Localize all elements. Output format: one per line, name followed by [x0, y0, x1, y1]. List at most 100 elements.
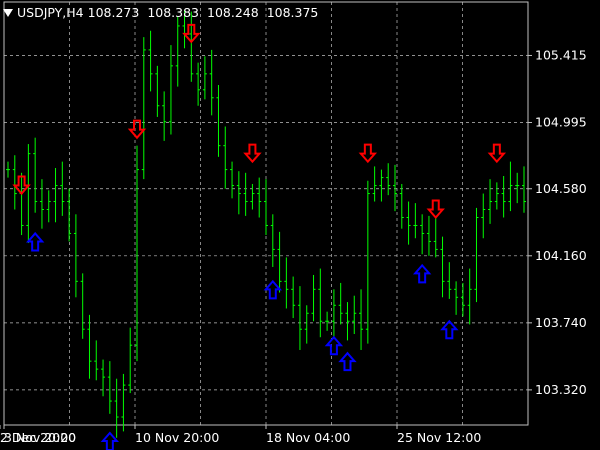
ohlc-bar [6, 161, 10, 178]
ohlc-bar [250, 183, 255, 210]
ohlc-bar [101, 359, 106, 397]
buy-arrow-icon [100, 431, 120, 450]
ohlc-bar [522, 166, 526, 213]
ohlc-bar [420, 214, 425, 255]
y-tick-label: 104.580 [535, 181, 587, 196]
dropdown-triangle-icon[interactable] [3, 8, 13, 17]
ohlc-bar [33, 137, 38, 213]
ohlc-bar [168, 45, 173, 135]
open-price: 108.273 [87, 5, 140, 20]
y-tick-label: 103.740 [535, 315, 587, 330]
ohlc-bar [114, 378, 119, 438]
low-price: 108.248 [207, 5, 259, 20]
buy-arrow-icon [25, 231, 45, 252]
ohlc-bar [236, 171, 241, 215]
buy-arrow-icon [263, 279, 282, 300]
ohlc-bar [372, 166, 377, 202]
y-tick-label: 104.995 [535, 115, 587, 130]
ohlc-bar [257, 177, 262, 218]
sell-arrow-icon [358, 143, 378, 164]
ohlc-bar [488, 179, 493, 224]
ohlc-bar [454, 281, 459, 315]
signal-arrows [12, 23, 507, 450]
ohlc-bar [345, 302, 350, 341]
ohlc-bar [467, 268, 472, 325]
ohlc-bar [365, 180, 370, 344]
high-price: 108.383 [147, 5, 200, 20]
sell-arrow-icon [243, 143, 262, 164]
ohlc-bar [19, 172, 24, 236]
buy-arrow-icon [412, 263, 432, 284]
buy-arrow-icon [440, 319, 459, 340]
ohlc-bar [399, 183, 404, 229]
ohlc-bar [304, 305, 309, 344]
ohlc-bar [39, 179, 44, 229]
ohlc-bar [386, 163, 391, 196]
price-axis: 105.415 104.995 104.580 104.160 103.740 103.3… [528, 47, 587, 397]
x-tick-label: 18 Nov 04:00 [266, 430, 350, 445]
ohlc-bar [311, 274, 316, 322]
y-tick-label: 104.160 [535, 248, 587, 263]
ohlc-bar [121, 373, 126, 432]
ohlc-bar [284, 257, 289, 309]
ohlc-bar [87, 314, 92, 379]
ohlc-bar [447, 262, 452, 299]
ohlc-bar [291, 276, 296, 319]
ohlc-bar [508, 161, 513, 212]
x-tick-label: 10 Nov 20:00 [135, 430, 219, 445]
ohlc-bar [297, 286, 302, 350]
ohlc-bar [494, 182, 499, 210]
buy-arrow-icon [324, 335, 344, 356]
ohlc-bar [202, 56, 207, 100]
ohlc-bar [26, 144, 31, 244]
ohlc-bar [223, 126, 228, 189]
x-tick-label: 25 Nov 12:00 [397, 430, 481, 445]
price-chart: 105.415 104.995 104.580 104.160 103.740 103.3… [0, 1, 587, 450]
ohlc-bar [12, 155, 17, 210]
sell-arrow-icon [426, 199, 445, 220]
ohlc-bar [318, 268, 323, 338]
ohlc-bar [155, 65, 160, 117]
ohlc-bar [189, 11, 194, 82]
ohlc-bar [515, 172, 520, 204]
ohlc-bar [264, 179, 268, 236]
ohlc-bar [331, 289, 336, 339]
y-tick-label: 103.320 [535, 382, 587, 397]
ohlc-bar [338, 282, 343, 325]
ohlc-bar [325, 311, 330, 331]
x-tick-label: 2 Dec 20:00 [0, 430, 76, 445]
ohlc-bar [141, 37, 146, 180]
ohlc-bar [359, 289, 364, 350]
ohlc-bar [481, 193, 486, 239]
ohlc-bar [501, 175, 506, 218]
buy-arrow-icon [338, 351, 357, 372]
ohlc-bar [393, 164, 397, 212]
ohlc-bar [230, 161, 235, 199]
ohlc-bar [67, 188, 72, 242]
symbol-timeframe: USDJPY,H4 [17, 5, 84, 20]
ohlc-bar [162, 91, 167, 141]
ohlc-bar [433, 217, 438, 258]
ohlc-bar [148, 30, 153, 92]
ohlc-bar [135, 145, 139, 362]
ohlc-bar [426, 215, 431, 256]
ohlc-bar [196, 62, 201, 106]
ohlc-bar [460, 282, 465, 317]
ohlc-bar [243, 172, 248, 216]
time-axis: 3 Nov 2020 10 Nov 20:00 18 Nov 04:00 25 Nov… [0, 425, 481, 445]
close-price: 108.375 [266, 5, 319, 20]
ohlc-bar [94, 340, 99, 381]
ohlc-bar [209, 49, 214, 116]
ohlc-bar [270, 214, 275, 267]
ohlc-bar [277, 231, 282, 293]
ohlc-bar [80, 273, 85, 339]
ohlc-bar [128, 327, 133, 394]
ohlc-bar [352, 295, 357, 335]
ohlc-bar [107, 361, 112, 414]
ohlc-bar [216, 85, 221, 157]
ohlc-bar [474, 207, 479, 303]
ohlc-bar [46, 190, 51, 223]
sell-arrow-icon [487, 143, 507, 164]
ohlc-bar [406, 201, 411, 245]
ohlc-bar [379, 169, 384, 202]
